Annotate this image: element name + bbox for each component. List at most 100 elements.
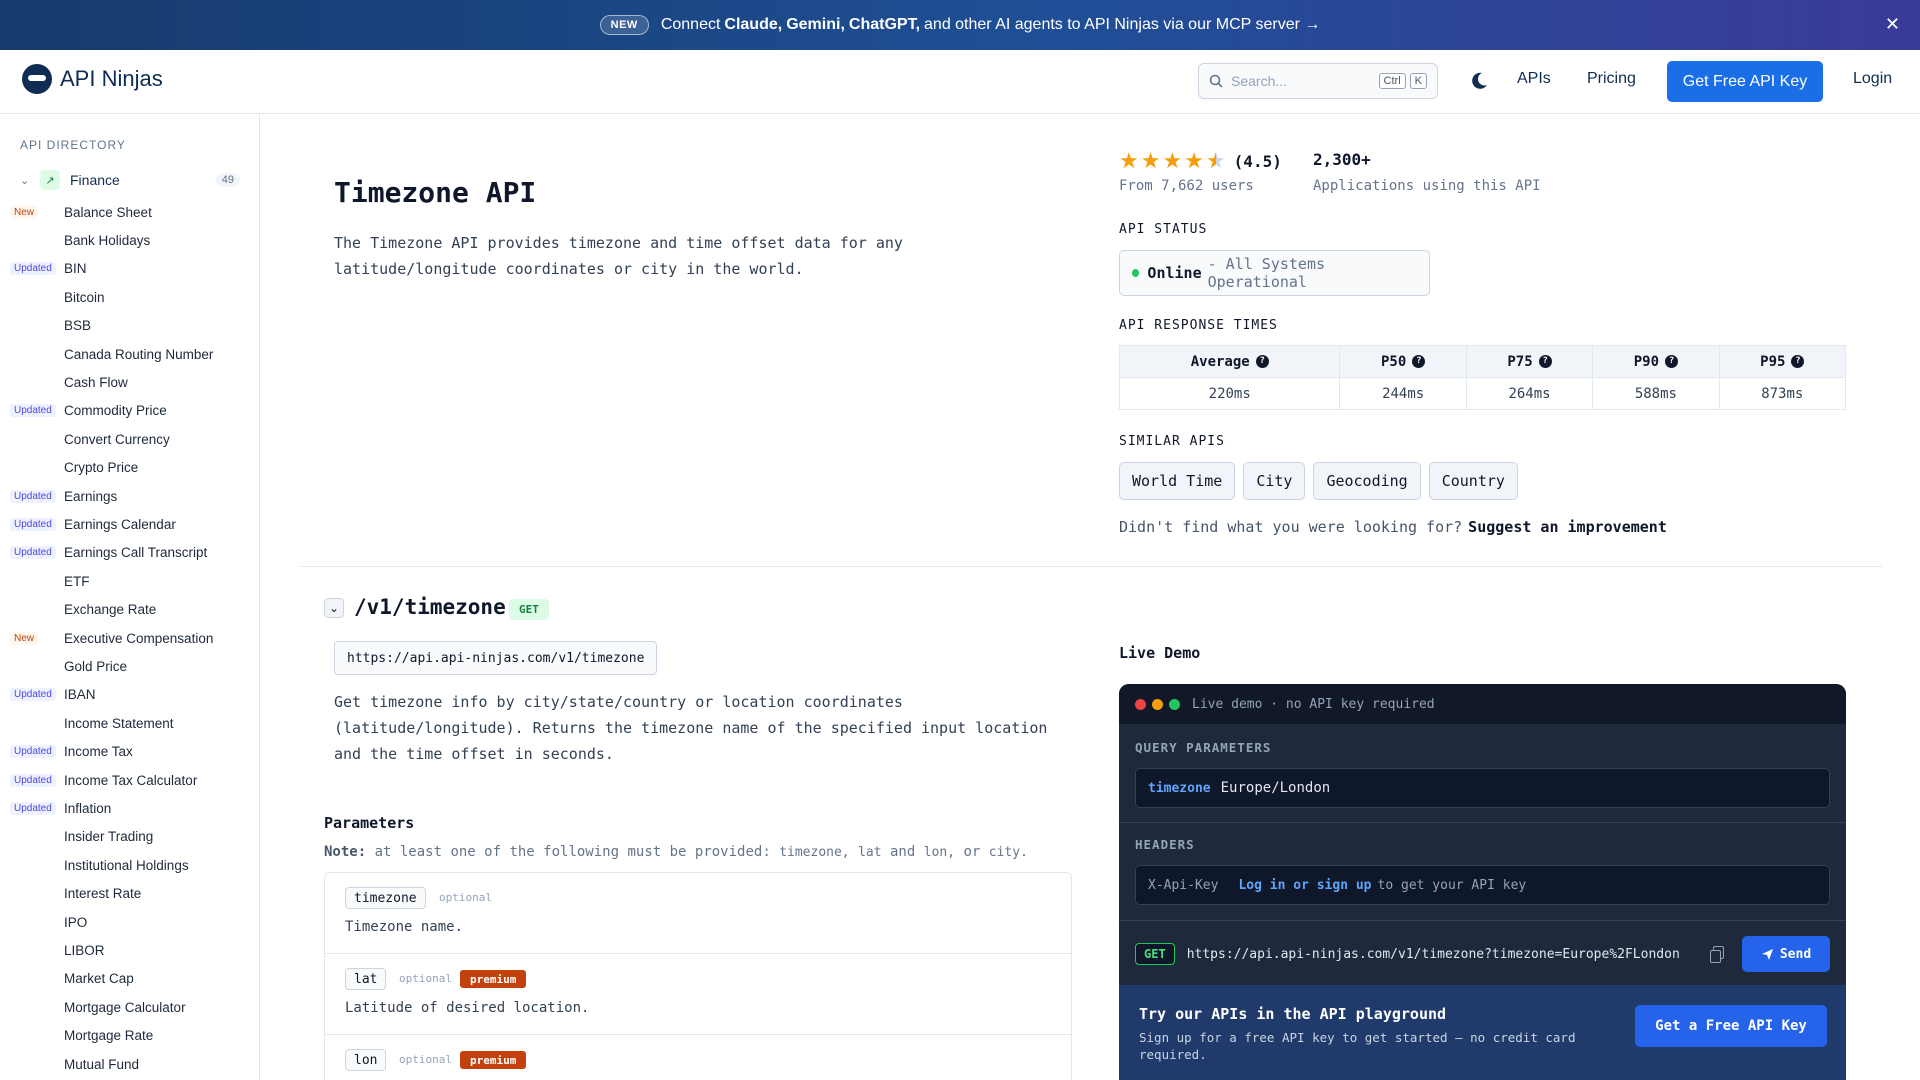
sidebar-item[interactable]: Canada Routing Number — [0, 342, 259, 366]
sidebar-item[interactable]: Updated Commodity Price — [0, 399, 259, 423]
brand-logo[interactable]: API Ninjas — [22, 64, 163, 94]
sidebar-item[interactable]: Interest Rate — [0, 882, 259, 906]
nav-apis[interactable]: APIs — [1517, 70, 1551, 88]
sidebar-item[interactable]: Updated IBAN — [0, 683, 259, 707]
close-icon[interactable]: ✕ — [1885, 14, 1900, 35]
sidebar-item[interactable]: Market Cap — [0, 967, 259, 991]
param-name: timezone — [345, 887, 426, 909]
sidebar-item-label: BSB — [64, 318, 92, 334]
col-p95: P95? — [1718, 345, 1847, 378]
premium-badge: premium — [460, 1051, 527, 1069]
sidebar-item[interactable]: New Executive Compensation — [0, 626, 259, 650]
sidebar-item-label: Earnings Call Transcript — [64, 545, 208, 561]
sidebar-item[interactable]: BSB — [0, 314, 259, 338]
sidebar-item[interactable]: New Balance Sheet — [0, 200, 259, 224]
rating-value: (4.5) — [1233, 151, 1282, 171]
col-average: Average? — [1118, 345, 1341, 378]
search-input[interactable]: Search... Ctrl K — [1198, 63, 1438, 99]
sidebar-item[interactable]: Updated Income Tax — [0, 740, 259, 764]
help-icon[interactable]: ? — [1665, 355, 1679, 368]
updated-tag: Updated — [10, 773, 56, 787]
query-value[interactable]: Europe/London — [1221, 780, 1331, 796]
sidebar-item[interactable]: Institutional Holdings — [0, 853, 259, 877]
send-button[interactable]: Send — [1742, 936, 1830, 972]
announcement-banner[interactable]: NEW Connect Claude, Gemini, ChatGPT, and… — [0, 0, 1920, 50]
updated-tag: Updated — [10, 489, 56, 503]
api-directory-sidebar[interactable]: API DIRECTORY ⌄ ↗ Finance 49 New Balance … — [0, 114, 260, 1080]
sidebar-item[interactable]: Mutual Fund — [0, 1052, 259, 1076]
sidebar-item[interactable]: Mortgage Rate — [0, 1024, 259, 1048]
endpoint-collapse-toggle[interactable]: ⌄ — [324, 598, 344, 618]
similar-api-chip[interactable]: City — [1243, 462, 1306, 500]
divider — [1119, 822, 1846, 823]
sidebar-item-label: Earnings — [64, 488, 118, 504]
updated-tag: Updated — [10, 546, 56, 560]
param-row: timezone optional Timezone name. — [325, 873, 1071, 954]
help-icon[interactable]: ? — [1538, 355, 1552, 368]
sidebar-item[interactable]: Updated Inflation — [0, 796, 259, 820]
status-box: Online - All Systems Operational — [1119, 250, 1430, 296]
endpoint-url[interactable]: https://api.api-ninjas.com/v1/timezone — [334, 641, 658, 675]
sidebar-item[interactable]: Income Statement — [0, 711, 259, 735]
sidebar-item[interactable]: Updated Earnings Calendar — [0, 512, 259, 536]
sidebar-item[interactable]: Exchange Rate — [0, 598, 259, 622]
login-signup-link[interactable]: Log in or sign up — [1238, 878, 1371, 893]
demo-top-text: Live demo · no API key required — [1192, 696, 1435, 712]
banner-message[interactable]: Connect Claude, Gemini, ChatGPT, and oth… — [661, 16, 1321, 34]
sidebar-item-label: Exchange Rate — [64, 602, 157, 618]
sidebar-item[interactable]: Bank Holidays — [0, 228, 259, 252]
live-demo-title: Live Demo — [1119, 644, 1201, 662]
help-icon[interactable]: ? — [1791, 355, 1805, 368]
get-free-api-key-promo-button[interactable]: Get a Free API Key — [1635, 1005, 1827, 1047]
api-description: The Timezone API provides timezone and t… — [334, 234, 903, 278]
param-optional: optional — [399, 1053, 452, 1066]
similar-api-chip[interactable]: Geocoding — [1313, 462, 1421, 500]
sidebar-item-label: LIBOR — [64, 942, 105, 958]
sidebar-item-label: Institutional Holdings — [64, 857, 189, 873]
help-icon[interactable]: ? — [1412, 355, 1426, 368]
param-name: lon — [345, 1049, 387, 1071]
sidebar-item[interactable]: Insider Trading — [0, 825, 259, 849]
similar-api-chip[interactable]: World Time — [1119, 462, 1236, 500]
promo-subtitle: Sign up for a free API key to get starte… — [1139, 1030, 1576, 1062]
sidebar-item[interactable]: Mortgage Calculator — [0, 995, 259, 1019]
moon-icon[interactable] — [1468, 70, 1490, 92]
help-icon[interactable]: ? — [1255, 355, 1269, 368]
sidebar-item-label: Gold Price — [64, 658, 128, 674]
param-desc: Timezone name. — [345, 919, 464, 935]
sidebar-item[interactable]: Updated Income Tax Calculator — [0, 768, 259, 792]
ninja-logo-icon — [22, 64, 52, 94]
sidebar-item[interactable]: Bitcoin — [0, 285, 259, 309]
similar-api-chip[interactable]: Country — [1428, 462, 1518, 500]
sidebar-item[interactable]: Updated BIN — [0, 257, 259, 281]
endpoint-description: Get timezone info by city/state/country … — [334, 693, 1048, 763]
sidebar-item[interactable]: Gold Price — [0, 654, 259, 678]
yellow-dot — [1152, 698, 1163, 710]
nav-pricing[interactable]: Pricing — [1587, 70, 1636, 88]
new-badge: NEW — [599, 15, 649, 35]
suggest-line: Didn't find what you were looking for? Su… — [1119, 518, 1667, 536]
sidebar-item[interactable]: Updated Earnings Call Transcript — [0, 541, 259, 565]
live-demo-panel: Live demo · no API key required QUERY PA… — [1119, 684, 1846, 1080]
demo-titlebar: Live demo · no API key required — [1119, 684, 1846, 724]
login-link[interactable]: Login — [1853, 70, 1892, 88]
suggest-link[interactable]: Suggest an improvement — [1468, 518, 1667, 536]
sidebar-item[interactable]: Convert Currency — [0, 427, 259, 451]
query-caption: QUERY PARAMETERS — [1135, 740, 1272, 755]
copy-icon[interactable] — [1710, 946, 1724, 963]
sidebar-item[interactable]: Crypto Price — [0, 456, 259, 480]
sidebar-item-label: Mortgage Calculator — [64, 999, 186, 1015]
brand-name: API Ninjas — [60, 66, 163, 91]
parameters-note: Note: at least one of the following must… — [324, 844, 1028, 860]
get-free-api-key-button[interactable]: Get Free API Key — [1667, 61, 1823, 102]
sidebar-item[interactable]: IPO — [0, 910, 259, 934]
sidebar-item[interactable]: Cash Flow — [0, 370, 259, 394]
param-optional: optional — [439, 891, 492, 904]
sidebar-item[interactable]: ETF — [0, 569, 259, 593]
sidebar-item-label: Cash Flow — [64, 374, 128, 390]
category-finance[interactable]: ⌄ ↗ Finance 49 — [20, 168, 240, 192]
sidebar-item[interactable]: LIBOR — [0, 938, 259, 962]
param-desc: Latitude of desired location. — [345, 1000, 590, 1016]
sidebar-item[interactable]: Updated Earnings — [0, 484, 259, 508]
query-param-input[interactable]: timezone Europe/London — [1135, 768, 1830, 808]
